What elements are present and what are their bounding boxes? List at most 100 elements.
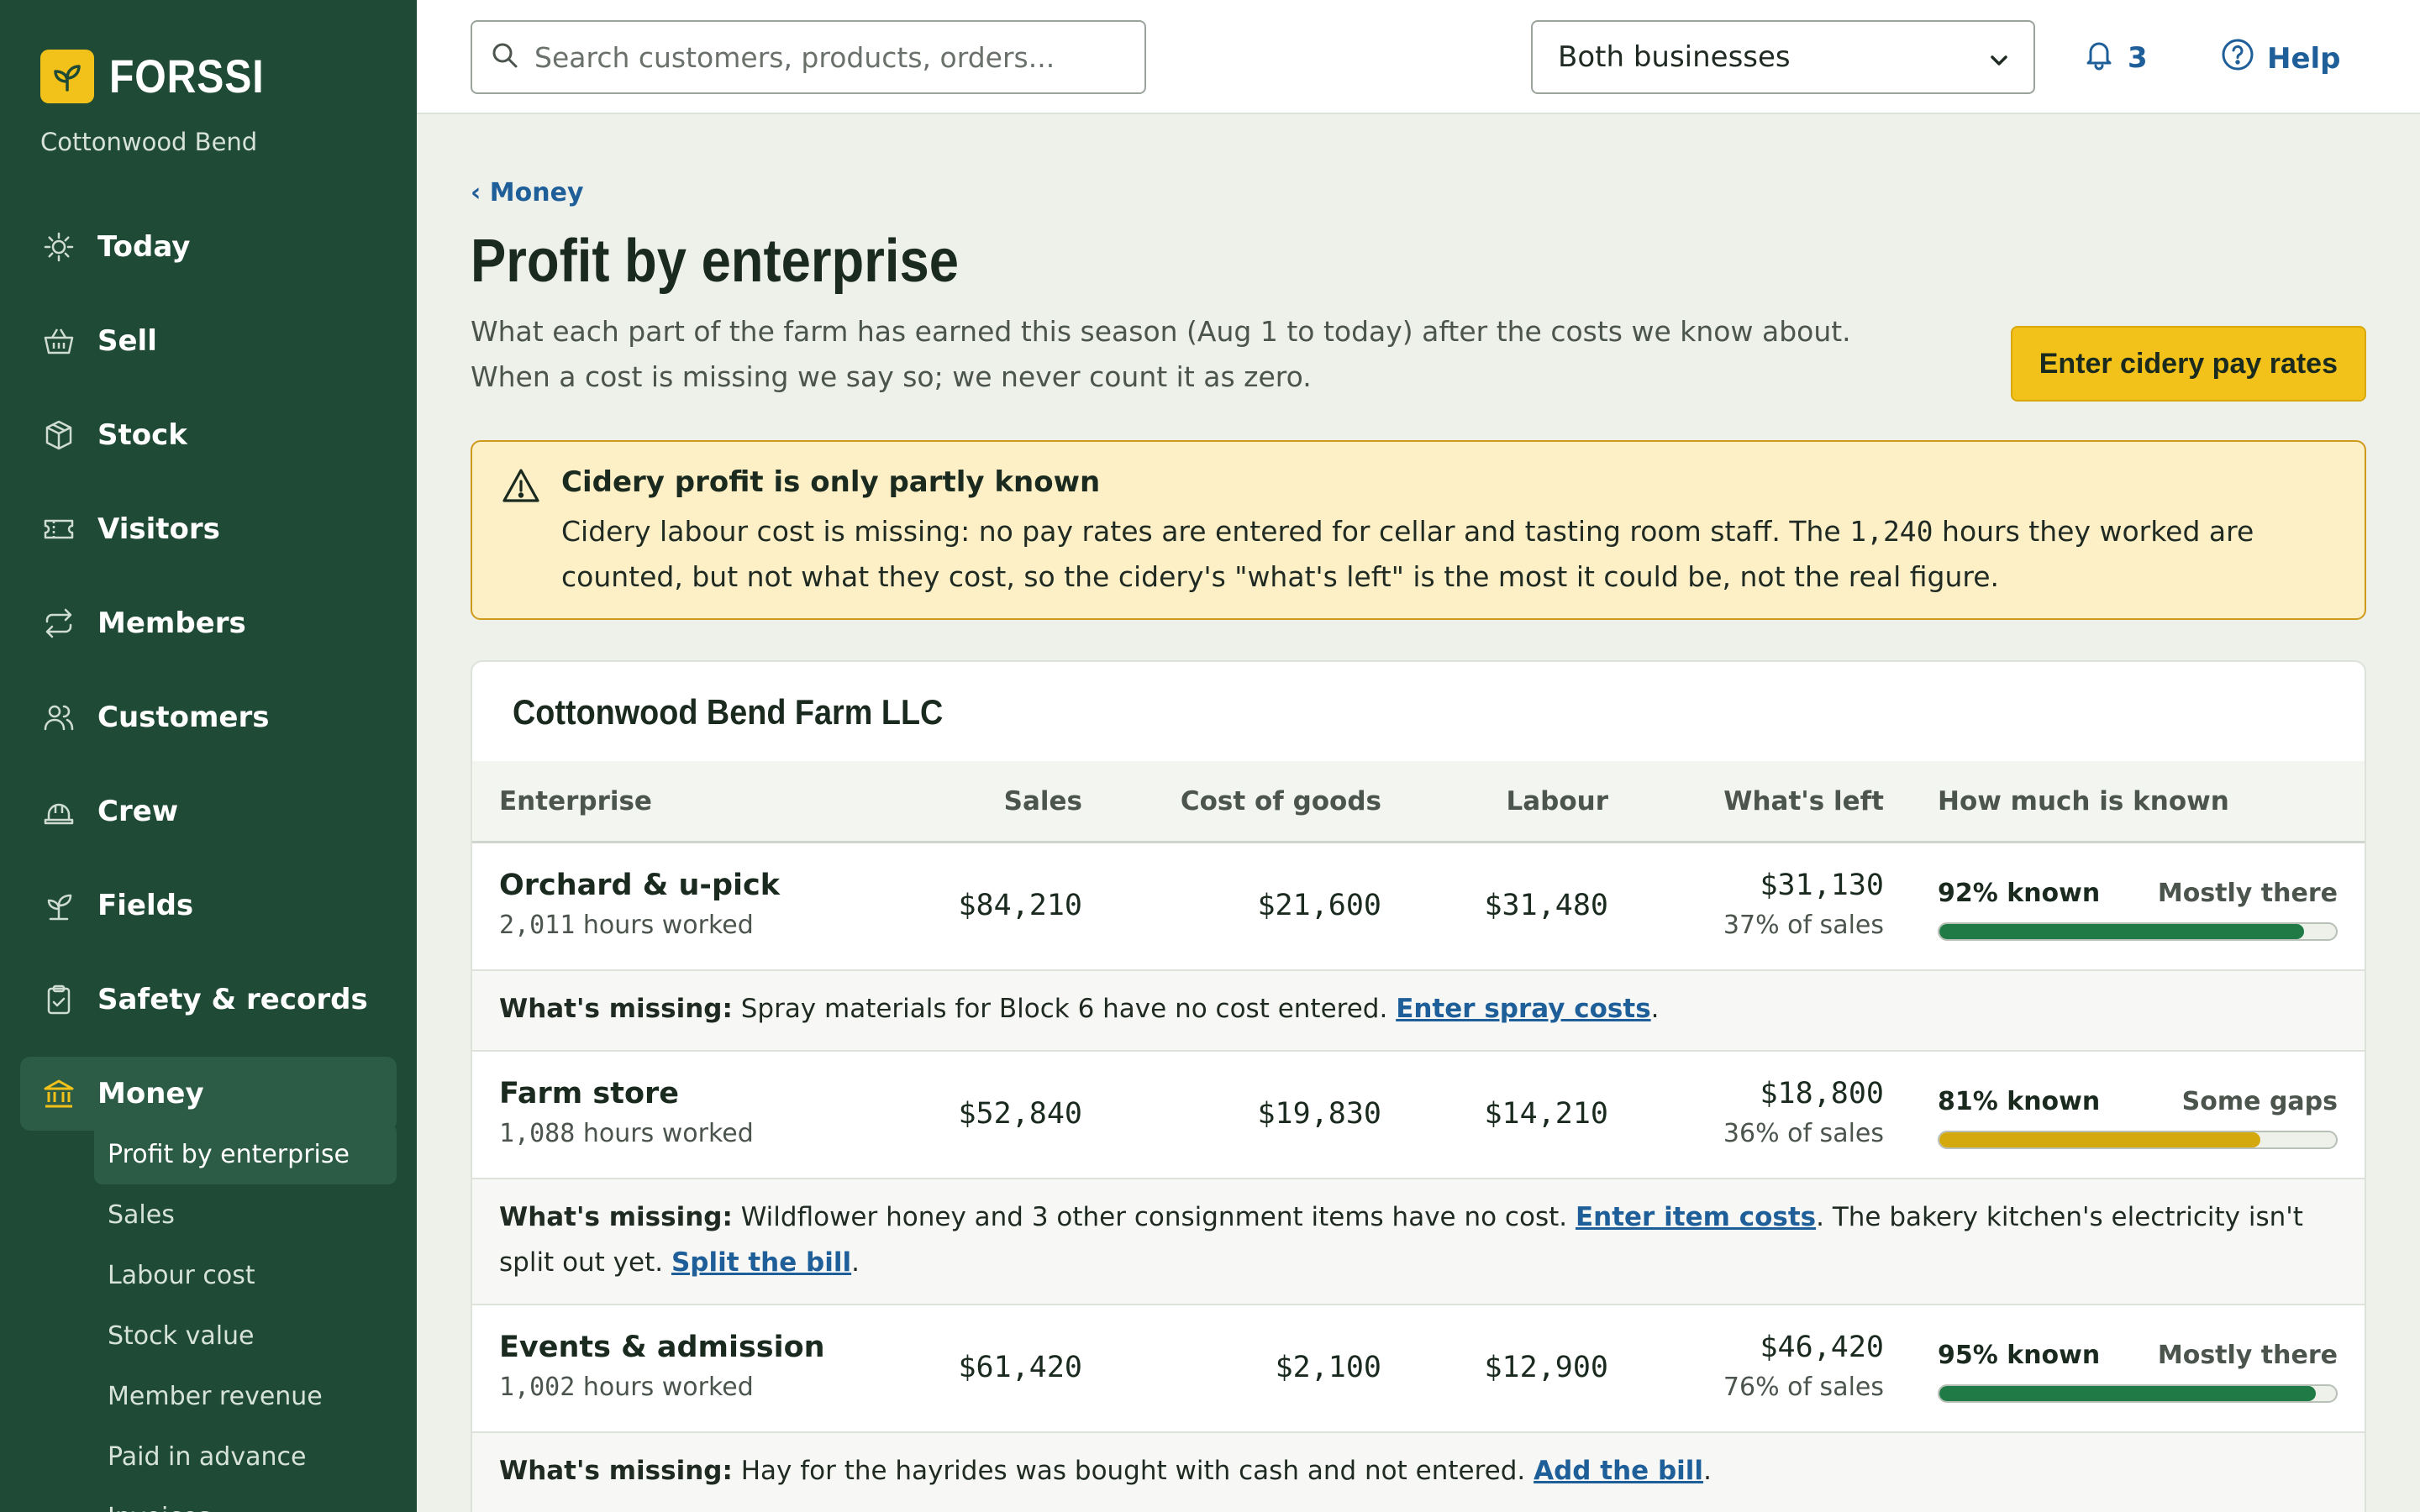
sun-icon [40, 228, 77, 265]
subnav-item-labour-cost[interactable]: Labour cost [94, 1245, 397, 1305]
subnav-item-sales[interactable]: Sales [94, 1184, 397, 1245]
sales-value: $52,840 [958, 1097, 1082, 1131]
add-the-bill-link[interactable]: Add the bill [1534, 1456, 1703, 1486]
bank-icon [40, 1075, 77, 1112]
progress-fill [1939, 1386, 2317, 1401]
split-the-bill-link[interactable]: Split the bill [671, 1247, 851, 1278]
nav-item-safety-records[interactable]: Safety & records [20, 963, 397, 1037]
table-header: Enterprise Sales Cost of goods Labour Wh… [472, 761, 2365, 843]
known-progress-bar [1938, 1384, 2338, 1403]
known-progress-bar [1938, 1131, 2338, 1149]
hours-worked: 2,011 hours worked [499, 911, 754, 940]
hours-value: 1,002 [499, 1373, 576, 1402]
nav-label: Safety & records [97, 983, 368, 1016]
whats-left-percent: 76% of sales [1723, 1373, 1884, 1402]
help-icon [2220, 37, 2255, 80]
whats-left-value: $18,800 [1760, 1077, 1884, 1110]
alert-body: Cidery labour cost is missing: no pay ra… [561, 509, 2334, 600]
search-box[interactable] [471, 20, 1146, 94]
nav-item-money[interactable]: Money [20, 1057, 397, 1131]
farm-name: Cottonwood Bend [40, 128, 258, 156]
hardhat-icon [40, 793, 77, 830]
notifications-button[interactable]: 3 [2082, 37, 2148, 78]
nav-label: Sell [97, 324, 157, 358]
whats-missing-note: What's missing: Hay for the hayrides was… [472, 1433, 2365, 1512]
nav-item-visitors[interactable]: Visitors [20, 492, 397, 566]
enterprise-name: Farm store [499, 1077, 679, 1110]
page-title: Profit by enterprise [471, 228, 959, 295]
progress-fill [1939, 1132, 2261, 1147]
nav-label: Stock [97, 418, 187, 452]
subnav-item-invoices[interactable]: Invoices [94, 1487, 397, 1512]
clipboard-icon [40, 981, 77, 1018]
card-title: Cottonwood Bend Farm LLC [513, 692, 944, 732]
sidebar: FORSSI Cottonwood Bend Today Sell Stock … [0, 0, 417, 1512]
whats-left-value: $31,130 [1760, 869, 1884, 902]
breadcrumb-money-link[interactable]: ‹ Money [471, 178, 584, 207]
subnav-item-stock-value[interactable]: Stock value [94, 1305, 397, 1366]
enter-cidery-pay-rates-button[interactable]: Enter cidery pay rates [2010, 326, 2366, 402]
repeat-icon [40, 605, 77, 642]
nav-label: Visitors [97, 512, 220, 546]
page-intro: What each part of the farm has earned th… [471, 315, 1851, 393]
sales-value: $84,210 [958, 889, 1082, 922]
business-select[interactable]: Both businesses [1531, 20, 2035, 94]
missing-text: . [1650, 994, 1660, 1024]
missing-text: Hay for the hayrides was bought with cas… [732, 1456, 1534, 1486]
column-header: Labour [1506, 786, 1608, 816]
nav-label: Money [97, 1077, 204, 1110]
column-header: Sales [1003, 786, 1082, 816]
notifications-count: 3 [2128, 40, 2148, 75]
nav-item-crew[interactable]: Crew [20, 774, 397, 848]
enterprise-profit-card: Cottonwood Bend Farm LLC Enterprise Sale… [471, 660, 2366, 1512]
search-icon [491, 41, 519, 73]
table-row: Farm store 1,088 hours worked $52,840 $1… [472, 1052, 2365, 1179]
known-status: Some gaps [2181, 1087, 2338, 1116]
warning-icon [501, 467, 541, 507]
labour-value: $31,480 [1484, 889, 1608, 922]
known-percent: 95% known [1938, 1341, 2101, 1370]
basket-icon [40, 323, 77, 360]
nav-item-stock[interactable]: Stock [20, 398, 397, 472]
brand-logo[interactable]: FORSSI [40, 49, 289, 103]
table-row: Orchard & u-pick 2,011 hours worked $84,… [472, 843, 2365, 971]
progress-fill [1939, 924, 2305, 939]
enterprise-name: Orchard & u-pick [499, 869, 781, 902]
nav-item-customers[interactable]: Customers [20, 680, 397, 754]
missing-text: Spray materials for Block 6 have no cost… [732, 994, 1397, 1024]
nav-item-members[interactable]: Members [20, 586, 397, 660]
hours-worked: 1,002 hours worked [499, 1373, 754, 1402]
search-input[interactable] [534, 40, 1123, 74]
cogs-value: $21,600 [1257, 889, 1381, 922]
subnav-item-profit-by-enterprise[interactable]: Profit by enterprise [94, 1124, 397, 1184]
nav-label: Customers [97, 701, 270, 734]
subnav-item-paid-in-advance[interactable]: Paid in advance [94, 1426, 397, 1487]
known-status: Mostly there [2157, 879, 2338, 908]
whats-left-percent: 36% of sales [1723, 1119, 1884, 1148]
nav-item-fields[interactable]: Fields [20, 869, 397, 942]
hours-value: 2,011 [499, 911, 576, 940]
hours-suffix: hours worked [575, 1373, 754, 1402]
subnav-item-member-revenue[interactable]: Member revenue [94, 1366, 397, 1426]
bell-icon [2082, 37, 2116, 78]
missing-label: What's missing: [499, 994, 733, 1024]
hours-worked: 1,088 hours worked [499, 1119, 754, 1148]
enter-spray-costs-link[interactable]: Enter spray costs [1396, 994, 1650, 1024]
missing-text: . [1703, 1456, 1712, 1486]
box-icon [40, 417, 77, 454]
help-button[interactable]: Help [2220, 37, 2341, 80]
missing-label: What's missing: [499, 1202, 733, 1232]
enterprise-name: Events & admission [499, 1331, 825, 1364]
missing-label: What's missing: [499, 1456, 733, 1486]
whats-missing-note: What's missing: Wildflower honey and 3 o… [472, 1179, 2365, 1305]
column-header: What's left [1723, 786, 1884, 816]
nav-label: Members [97, 606, 246, 640]
column-header: How much is known [1938, 786, 2229, 816]
enter-item-costs-link[interactable]: Enter item costs [1576, 1202, 1816, 1232]
people-icon [40, 699, 77, 736]
alert-text: Cidery labour cost is missing: no pay ra… [561, 515, 1850, 548]
nav-item-today[interactable]: Today [20, 210, 397, 284]
nav-item-sell[interactable]: Sell [20, 304, 397, 378]
sales-value: $61,420 [958, 1351, 1082, 1384]
labour-value: $12,900 [1484, 1351, 1608, 1384]
